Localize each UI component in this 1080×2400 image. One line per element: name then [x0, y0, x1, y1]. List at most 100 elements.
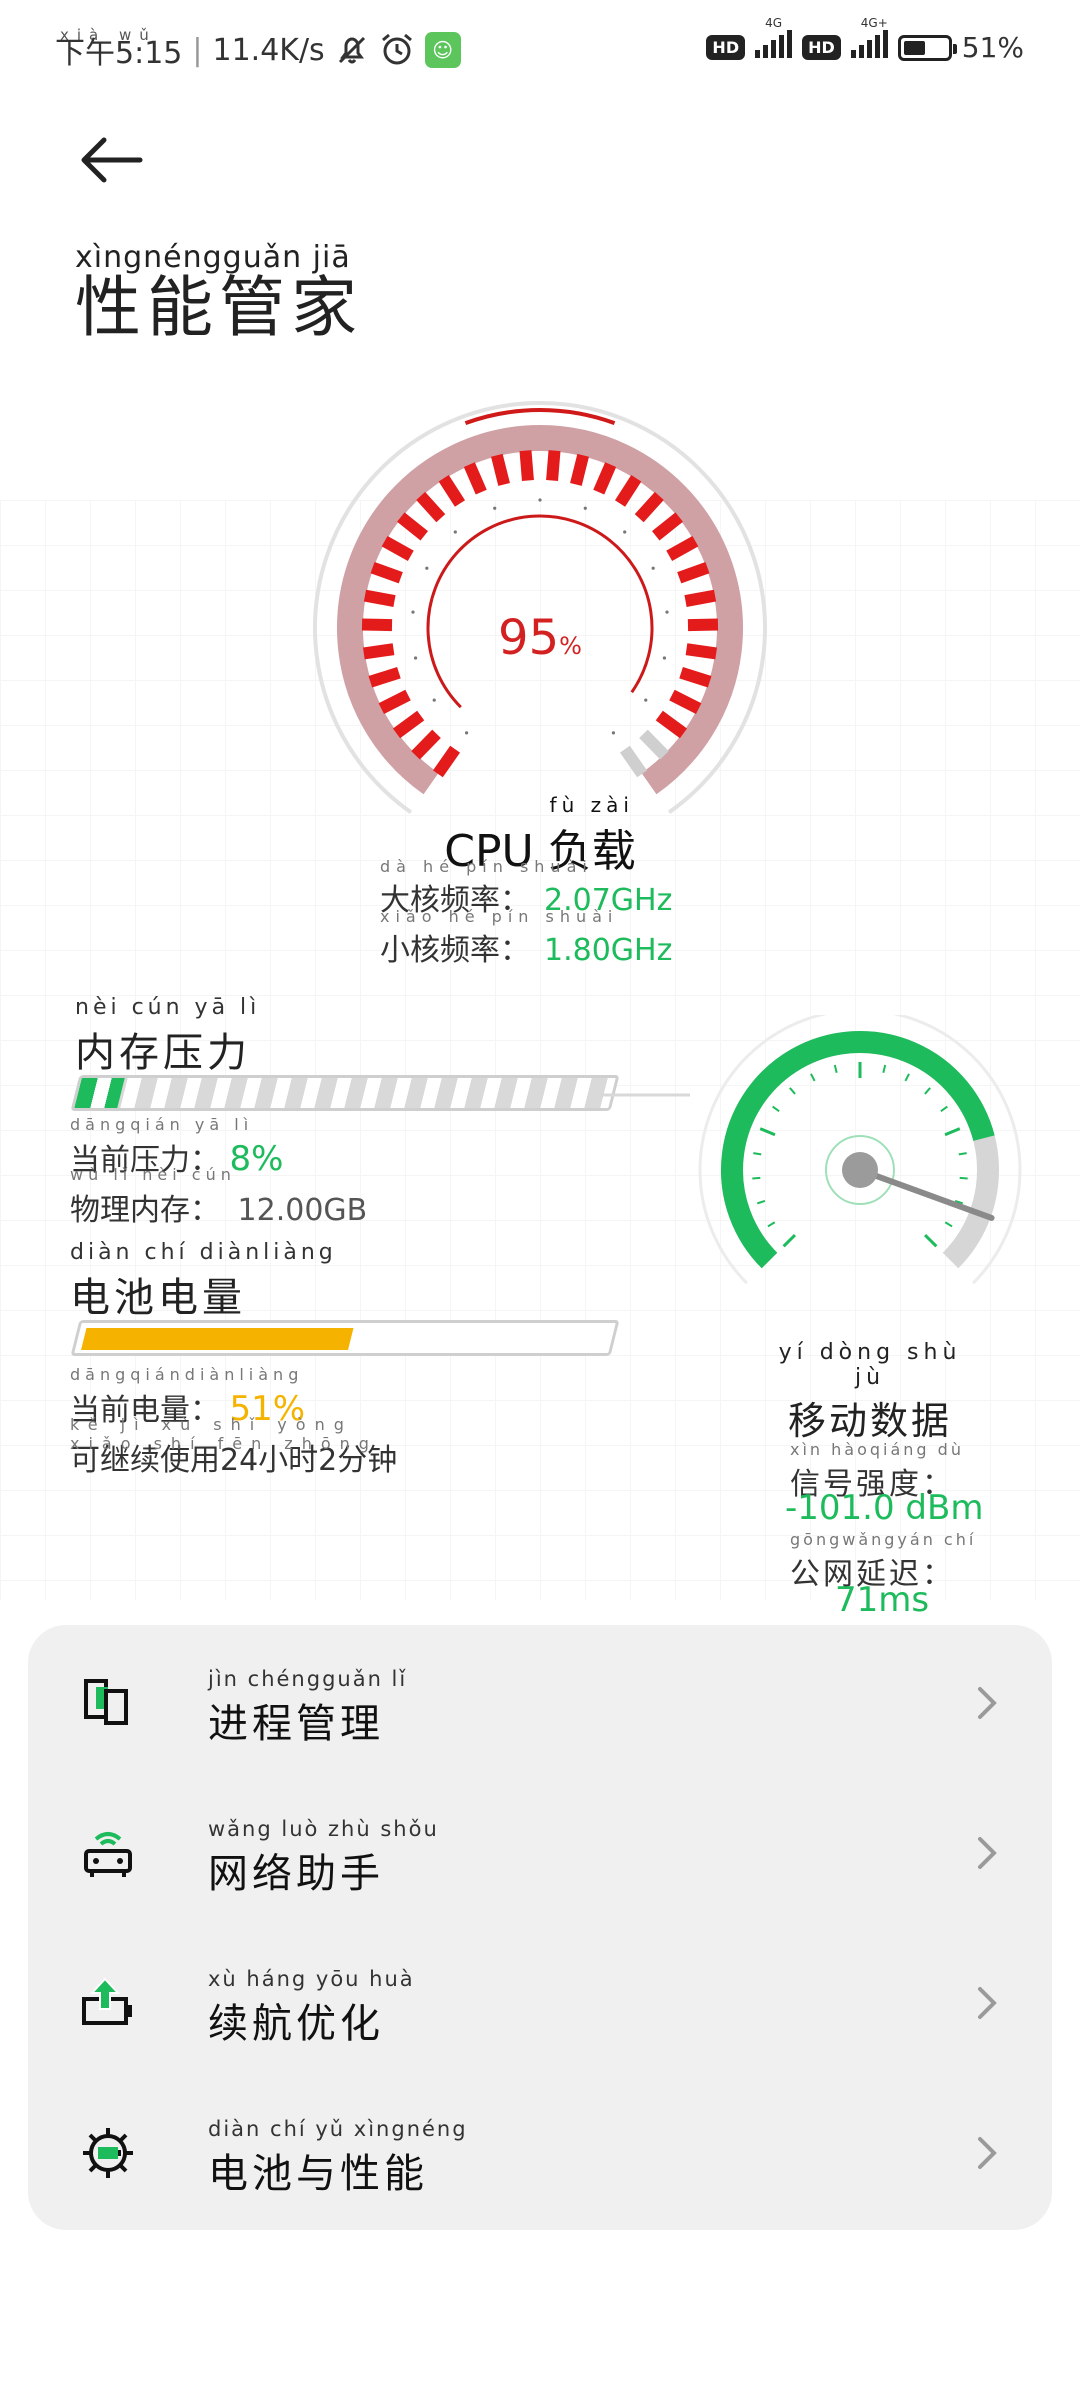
clock-time: 下午5:15	[55, 36, 183, 71]
chevron-right-icon	[978, 1987, 997, 2019]
signal-strength-pinyin: xìn hàoqiáng dù	[790, 1440, 964, 1459]
battery-remaining: kě jì xù shǐ yòng xiǎo shí fēn zhōng 可继续…	[70, 1415, 397, 1479]
gauge-top-accent	[464, 408, 616, 426]
menu-item-pinyin: jìn chéngguǎn lǐ	[208, 1667, 408, 1691]
cpu-label-pinyin: fù zài	[549, 793, 634, 817]
page-title-block: xìngnéngguǎn jiā 性能管家	[75, 240, 363, 341]
big-core-pinyin: dà hé pín shuài	[380, 857, 593, 876]
gauge-segment	[546, 450, 561, 481]
signal-gauge-tick	[944, 1127, 961, 1137]
signal-gauge-needle	[857, 1167, 995, 1221]
signal-gauge-tick	[940, 1105, 948, 1113]
gauge-segment	[411, 729, 441, 760]
gauge-segment	[619, 745, 648, 778]
gauge-segment	[519, 450, 534, 481]
menu-item-pinyin: wǎng luò zhù shǒu	[208, 1817, 439, 1841]
gauge-segment	[397, 512, 428, 541]
signal-2: 4G+	[850, 16, 888, 65]
memory-pressure-fill	[74, 1078, 125, 1108]
network-speed: 11.4K/s	[212, 32, 325, 68]
gauge-tick	[493, 506, 497, 510]
gauge-segment	[370, 561, 403, 584]
signal-gauge-tick	[923, 1233, 938, 1248]
battery-level-bar	[70, 1320, 620, 1356]
menu-item-pinyin: xù háng yōu huà	[208, 1967, 415, 1991]
memory-section: nèi cún yā lì 内存压力	[75, 995, 260, 1078]
chevron-right-icon	[978, 1687, 997, 1719]
status-right: HD 4G HD 4G+ 51%	[706, 16, 1024, 65]
cpu-load-number: 95	[498, 610, 560, 666]
menu-item-battery-performance[interactable]: diàn chí yǔ xìngnéng 电池与性能	[28, 2075, 1052, 2225]
signal-gauge-tick	[752, 1176, 761, 1180]
status-bar: xià wǔ 下午5:15 | 11.4K/s ☺ HD 4G HD 4G+ 5…	[0, 0, 1080, 100]
menu-item-endurance-optimization[interactable]: xù háng yōu huà 续航优化	[28, 1925, 1052, 2075]
battery-remaining-pinyin: kě jì xù shǐ yòng xiǎo shí fēn zhōng	[70, 1415, 378, 1453]
network-type-1: 4G	[765, 16, 783, 30]
battery-current-pinyin: dāngqiándiànliàng	[70, 1365, 304, 1384]
gauge-segment	[491, 453, 510, 486]
alarm-icon	[381, 33, 412, 65]
signal-gauge-tick	[904, 1073, 910, 1082]
gauge-tick	[611, 731, 616, 735]
signal-gauge-tick	[767, 1221, 776, 1228]
battery-percent: 51%	[961, 31, 1024, 64]
small-core-pinyin: xiǎo hé pín shuài	[380, 907, 619, 926]
gauge-segment	[639, 729, 669, 760]
back-button[interactable]	[78, 130, 148, 190]
signal-gauge-tick	[782, 1233, 797, 1248]
signal-bars-icon	[850, 30, 888, 58]
gauge-segment	[392, 710, 425, 739]
small-core-label: 小核频率：	[380, 933, 530, 968]
gauge-segment	[634, 491, 664, 523]
small-core-value: 1.80GHz	[544, 933, 673, 968]
signal-gauge-hub	[842, 1152, 878, 1188]
battery-icon	[897, 34, 957, 61]
signal-gauge-tick	[959, 1176, 968, 1180]
hd-badge-2: HD	[802, 35, 841, 60]
battery-upload-icon	[82, 1977, 132, 2025]
gauge-segment	[593, 462, 617, 495]
gauge-tick	[644, 698, 648, 702]
signal-gauge-tick	[789, 1087, 796, 1095]
chevron-right-icon	[978, 1837, 997, 1869]
menu-item-label: 电池与性能	[208, 2151, 428, 2197]
signal-gauge-tick	[833, 1064, 838, 1073]
arrow-left-icon	[81, 137, 143, 183]
signal-gauge-tick	[958, 1152, 967, 1156]
signal-gauge-tick	[753, 1152, 762, 1156]
memory-physical-label: 物理内存：	[70, 1193, 220, 1228]
gauge-segment	[363, 589, 396, 607]
small-core-frequency: xiǎo hé pín shuài 小核频率： 1.80GHz	[380, 907, 673, 969]
memory-bar-tail-decoration	[600, 1093, 690, 1097]
memory-physical: wù lǐ nèi cún 物理内存： 12.00GB	[70, 1165, 367, 1229]
cpu-load-unit: %	[559, 632, 582, 660]
mute-bell-icon	[338, 36, 365, 64]
menu-item-process-management[interactable]: jìn chéngguǎn lǐ 进程管理	[28, 1625, 1052, 1775]
gauge-segment	[368, 666, 401, 688]
signal-bars-icon	[755, 30, 793, 58]
mobile-data-title-pinyin: yí dòng shù jù	[778, 1340, 962, 1390]
mobile-data-title: 移动数据	[787, 1399, 952, 1443]
gauge-tick	[583, 506, 587, 510]
menu-item-label: 网络助手	[208, 1851, 384, 1897]
gauge-tick	[464, 731, 469, 735]
signal-gauge-tick	[756, 1199, 766, 1205]
gauge-segment	[615, 475, 642, 507]
gauge-tick	[623, 530, 627, 534]
gauge-segment	[378, 689, 411, 714]
memory-title: 内存压力	[75, 1030, 251, 1076]
gauge-segment	[669, 689, 702, 714]
gauge-tick	[432, 698, 436, 702]
gauge-tick	[425, 566, 429, 570]
gauge-segment	[570, 453, 589, 486]
menu-item-label: 进程管理	[208, 1701, 384, 1747]
battery-fill	[903, 40, 925, 55]
menu-item-network-assistant[interactable]: wǎng luò zhù shǒu 网络助手	[28, 1775, 1052, 1925]
process-manager-icon	[84, 1679, 128, 1725]
signal-1: 4G	[755, 16, 793, 65]
battery-title-pinyin: diàn chí diànliàng	[70, 1240, 337, 1265]
signal-strength-value: -101.0 dBm	[785, 1488, 984, 1528]
gauge-segment	[655, 710, 688, 739]
gauge-segment	[381, 535, 414, 562]
gauge-segment	[666, 535, 699, 562]
